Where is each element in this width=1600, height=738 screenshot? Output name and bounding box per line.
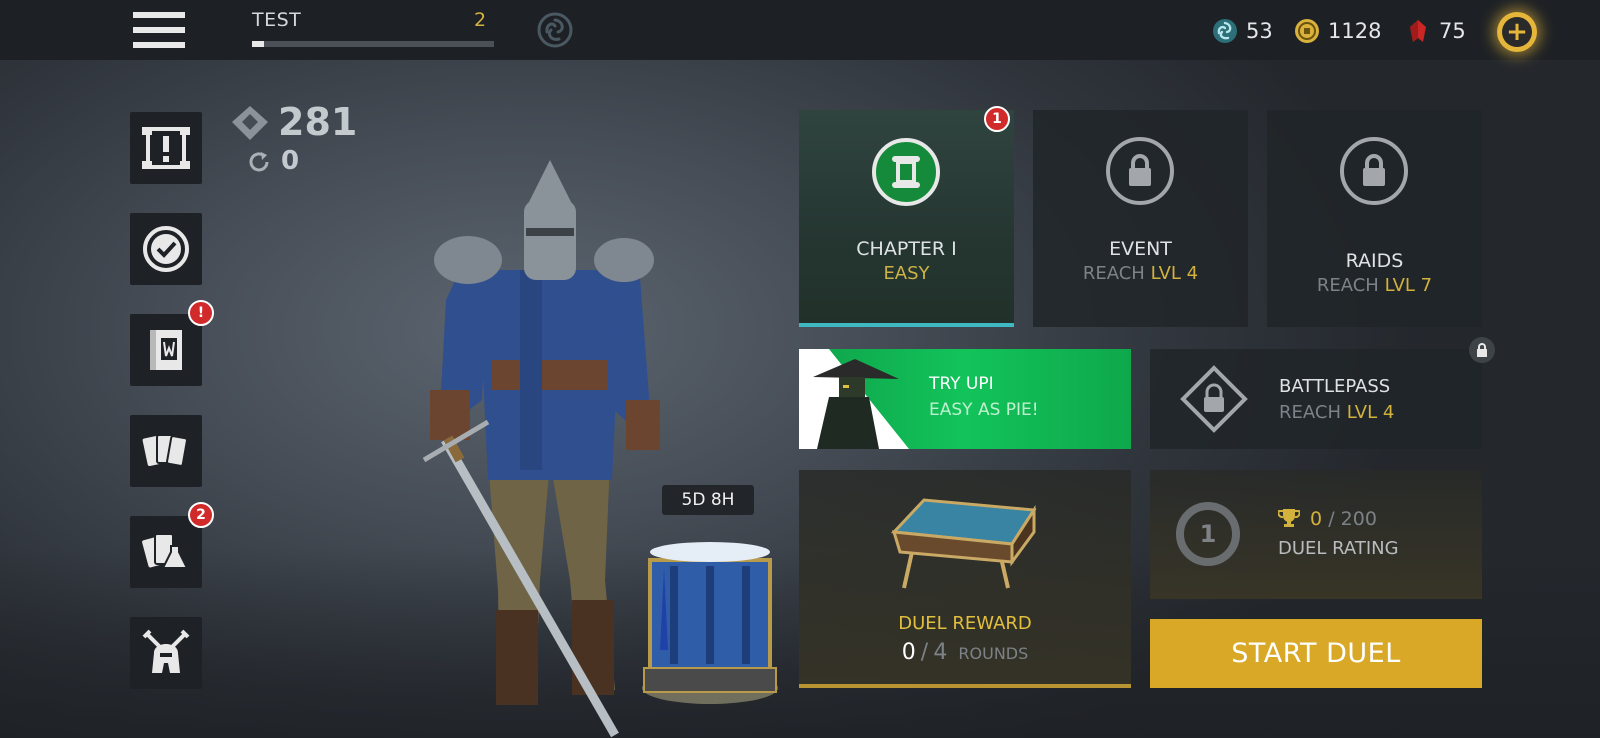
power-value: 281 bbox=[278, 100, 358, 144]
duel-reward-progress-bar bbox=[799, 684, 1131, 688]
chapter-notification-badge: 1 bbox=[984, 106, 1010, 132]
raids-level-req: LVL 7 bbox=[1384, 275, 1433, 296]
padlock-icon bbox=[1106, 137, 1174, 205]
scroll-alert-icon bbox=[142, 127, 190, 169]
player-name: TEST bbox=[252, 9, 302, 31]
event-tile[interactable]: EVENT REACH LVL 4 bbox=[1033, 110, 1248, 327]
cards-potion-icon bbox=[142, 533, 189, 569]
codex-alert-badge: ! bbox=[188, 300, 214, 326]
duel-rating-tile[interactable]: 1 0 / 200 DUEL RATING bbox=[1150, 470, 1482, 599]
coin-icon bbox=[1295, 19, 1319, 43]
duel-reward-total: 4 bbox=[933, 640, 948, 665]
battlepass-reach-label: REACH bbox=[1279, 402, 1341, 423]
sidebar-item-quests[interactable] bbox=[130, 213, 202, 285]
chapter-difficulty: EASY bbox=[883, 263, 930, 284]
hamburger-menu-icon[interactable] bbox=[133, 12, 185, 50]
spiral-icon[interactable] bbox=[537, 12, 573, 48]
xp-progress-bar bbox=[252, 41, 494, 47]
duel-rating-max: 200 bbox=[1340, 508, 1377, 530]
reward-chest-podium[interactable] bbox=[640, 520, 780, 710]
red-gem-icon bbox=[1410, 20, 1426, 42]
codex-book-icon bbox=[150, 330, 182, 370]
start-duel-button[interactable]: START DUEL bbox=[1150, 619, 1482, 688]
duel-reward-tile[interactable]: DUEL REWARD 0 / 4 ROUNDS bbox=[799, 470, 1131, 688]
duel-reward-progress: 0 / 4 ROUNDS bbox=[799, 640, 1131, 665]
treasure-chest-icon bbox=[890, 498, 1037, 589]
chapter-tile[interactable]: 1 CHAPTER I EASY bbox=[799, 106, 1014, 327]
crossed-swords-helmet-icon bbox=[142, 629, 190, 673]
duel-reward-current: 0 bbox=[901, 640, 916, 665]
raids-tile[interactable]: RAIDS REACH LVL 7 bbox=[1267, 110, 1482, 327]
xp-progress-fill bbox=[252, 41, 265, 47]
duel-rating-label: DUEL RATING bbox=[1278, 538, 1399, 559]
battlepass-title: BATTLEPASS bbox=[1279, 376, 1391, 397]
cards-icon bbox=[142, 434, 188, 467]
duel-rating-separator: / bbox=[1328, 508, 1335, 530]
power-diamond-icon bbox=[232, 106, 268, 140]
inventory-count-badge: 2 bbox=[188, 502, 214, 528]
sidebar-item-duel[interactable] bbox=[130, 617, 202, 689]
reset-arrows-icon bbox=[249, 152, 269, 172]
duel-rating-score: 0 / 200 bbox=[1277, 508, 1377, 530]
battlepass-lock-diamond-icon bbox=[1180, 365, 1248, 433]
battlepass-requirement: REACH LVL 4 bbox=[1279, 402, 1394, 423]
gem-amount: 75 bbox=[1439, 19, 1466, 43]
duel-reward-unit: ROUNDS bbox=[958, 644, 1029, 663]
raids-requirement: REACH LVL 7 bbox=[1267, 275, 1482, 296]
sidebar-item-cards[interactable] bbox=[130, 415, 202, 487]
duel-rating-current: 0 bbox=[1310, 508, 1323, 530]
battlepass-tile[interactable]: BATTLEPASS REACH LVL 4 bbox=[1150, 337, 1495, 449]
trophy-icon bbox=[1277, 509, 1301, 527]
event-level-req: LVL 4 bbox=[1150, 263, 1199, 284]
spirit-orb-icon bbox=[1213, 19, 1237, 43]
check-circle-icon bbox=[143, 226, 189, 272]
event-title: EVENT bbox=[1109, 238, 1172, 260]
player-level: 2 bbox=[474, 9, 487, 31]
chapter-progress-line bbox=[799, 323, 1014, 327]
plus-icon: + bbox=[1502, 17, 1532, 47]
spirit-amount: 53 bbox=[1246, 19, 1273, 43]
coin-amount: 1128 bbox=[1328, 19, 1382, 43]
sidebar-item-codex[interactable]: ! bbox=[130, 300, 214, 386]
sidebar-item-challenges[interactable] bbox=[130, 112, 202, 184]
try-upi-title: TRY UPI bbox=[929, 374, 994, 394]
chapter-title: CHAPTER I bbox=[856, 238, 957, 260]
rank-badge-icon: 1 bbox=[1176, 502, 1240, 566]
try-upi-subtitle: EASY AS PIE! bbox=[929, 400, 1039, 420]
gem-currency: 75 bbox=[1405, 16, 1466, 46]
event-reach-label: REACH bbox=[1082, 263, 1145, 284]
battlepass-level-req: LVL 4 bbox=[1346, 402, 1395, 423]
event-requirement: REACH LVL 4 bbox=[1033, 263, 1248, 284]
upi-character-art bbox=[799, 349, 909, 449]
coin-currency: 1128 bbox=[1294, 16, 1381, 46]
raids-reach-label: REACH bbox=[1316, 275, 1379, 296]
small-lock-icon bbox=[1469, 337, 1495, 363]
reset-value: 0 bbox=[281, 146, 300, 176]
top-bar: TEST 2 53 1128 75 + bbox=[0, 0, 1600, 60]
duel-reward-title: DUEL REWARD bbox=[898, 613, 1032, 634]
spirit-currency: 53 bbox=[1212, 16, 1273, 46]
chapter-scroll-icon bbox=[872, 138, 940, 206]
add-currency-button[interactable]: + bbox=[1497, 12, 1537, 52]
duel-reward-separator: / bbox=[920, 640, 929, 665]
chest-timer: 5D 8H bbox=[662, 485, 754, 515]
try-upi-banner[interactable]: TRY UPI EASY AS PIE! bbox=[799, 349, 1131, 449]
sidebar-item-inventory[interactable]: 2 bbox=[130, 502, 214, 588]
raids-title: RAIDS bbox=[1345, 250, 1404, 272]
padlock-icon bbox=[1340, 137, 1408, 205]
